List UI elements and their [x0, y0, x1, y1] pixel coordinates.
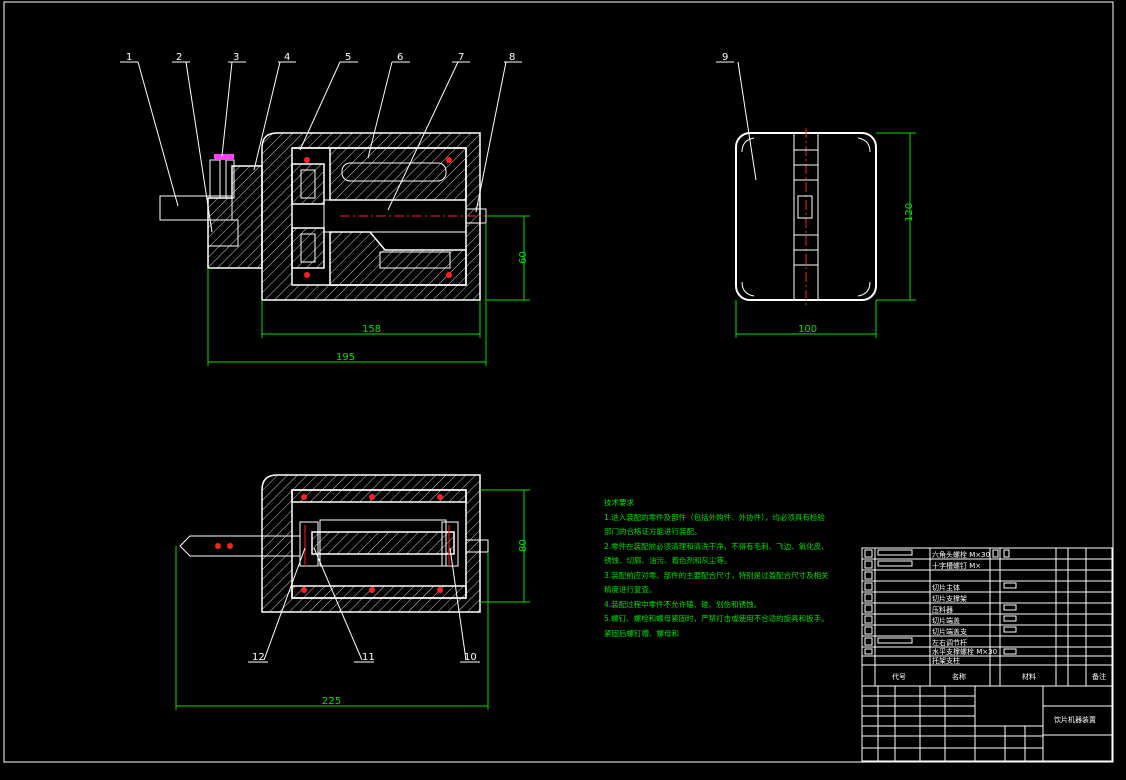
tb-row: 六角头螺栓 M×30 — [932, 550, 990, 559]
part-label-10: 10 — [464, 652, 477, 663]
part-label-11: 11 — [362, 652, 375, 663]
note-line: 1.进入装配的零件及部件（包括外购件、外协件），均必须具有检验 — [604, 512, 825, 522]
notes-title: 技术要求 — [604, 497, 634, 507]
front-view — [159, 132, 500, 301]
part-label-6: 6 — [397, 52, 403, 63]
tb-row: 压料器 — [932, 605, 953, 614]
dim-120: 120 — [904, 203, 915, 222]
lower-block — [329, 231, 467, 286]
part-label-8: 8 — [509, 52, 515, 63]
note-line: 精度进行复查。 — [604, 584, 657, 594]
note-line: 2.零件在装配前必须清理和清洗干净，不得有毛刺、飞边、氧化皮、 — [604, 541, 829, 551]
part-label-1: 1 — [126, 52, 132, 63]
handle-body — [207, 165, 263, 269]
tb-row: 切片支撑架 — [932, 594, 967, 603]
part-label-3: 3 — [233, 52, 239, 63]
tb-col-name: 名称 — [952, 672, 966, 681]
dim-195: 195 — [336, 352, 355, 363]
tb-col-material: 材料 — [1022, 672, 1036, 681]
technical-notes: 技术要求 1.进入装配的零件及部件（包括外购件、外协件），均必须具有检验 部门的… — [604, 497, 829, 638]
top-view — [179, 474, 489, 613]
note-line: 4.装配过程中零件不允许磕、碰、划伤和锈蚀。 — [604, 599, 761, 609]
tb-row: 切片主体 — [932, 583, 960, 592]
dim-100: 100 — [798, 324, 817, 335]
tb-row: 托架支柱 — [932, 656, 960, 665]
cad-drawing: 1 2 3 4 5 6 7 8 60 158 195 9 120 100 12 … — [3, 1, 1114, 763]
tb-row: 左右调节杆 — [932, 638, 967, 647]
side-view: 9 — [716, 52, 877, 305]
dim-60: 60 — [518, 251, 529, 264]
tb-row: 十字槽螺钉 M× — [932, 561, 981, 570]
drawing-title: 饮片机器装置 — [1054, 715, 1096, 724]
note-line: 紧固后螺钉槽、螺母和 — [604, 628, 679, 638]
part-label-5: 5 — [345, 52, 351, 63]
tb-row: 水平支撑螺栓 M×30 — [932, 647, 997, 656]
part-label-9: 9 — [722, 52, 728, 63]
dims-side — [735, 132, 916, 338]
tb-col-remark: 备注 — [1092, 672, 1106, 681]
part-label-7: 7 — [458, 52, 464, 63]
dim-225: 225 — [322, 696, 341, 707]
tb-row: 切片端盖支 — [932, 627, 967, 636]
note-line: 5.螺钉、螺栓和螺母紧固时，严禁打击或使用不合适的旋具和扳手。 — [604, 613, 829, 623]
title-block: 六角头螺栓 M×30 十字槽螺钉 M× 切片主体 切片支撑架 压料器 切片端盖 … — [861, 547, 1113, 762]
note-line: 锈蚀、切屑、油污、着色剂和灰尘等。 — [604, 555, 732, 565]
part-label-2: 2 — [176, 52, 182, 63]
tb-row: 切片端盖 — [932, 616, 960, 625]
part-label-12: 12 — [252, 652, 265, 663]
note-line: 部门的合格证方能进行装配。 — [604, 526, 702, 536]
part-label-4: 4 — [284, 52, 290, 63]
note-line: 3.装配前应对零、部件的主要配合尺寸，特别是过盈配合尺寸及相关 — [604, 570, 829, 580]
part-numbers-front: 1 2 3 4 5 6 7 8 — [126, 52, 515, 63]
tb-col-code: 代号 — [892, 672, 906, 681]
dim-80: 80 — [518, 539, 529, 552]
dim-158: 158 — [362, 324, 381, 335]
